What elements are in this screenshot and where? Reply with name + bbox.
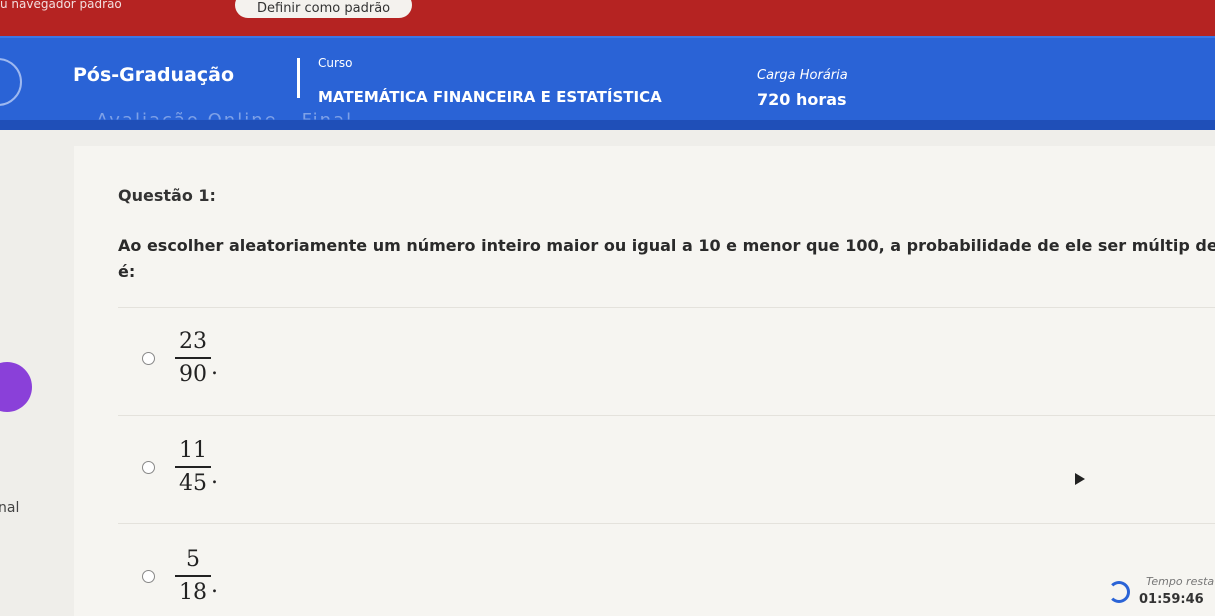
answer-option-b[interactable]: 11 45 . xyxy=(142,427,218,507)
numerator: 11 xyxy=(179,438,207,463)
timer-icon xyxy=(1108,581,1130,603)
period: . xyxy=(211,355,218,380)
curso-value: MATEMÁTICA FINANCEIRA E ESTATÍSTICA xyxy=(318,88,662,106)
program-title: Pós-Graduação xyxy=(73,64,235,86)
header-strip xyxy=(0,120,1215,130)
answer-option-c[interactable]: 5 18 . xyxy=(142,536,218,616)
purple-circle-icon[interactable] xyxy=(0,362,32,412)
fraction-bar xyxy=(175,575,211,577)
carga-label: Carga Horária xyxy=(757,68,848,83)
timer-value: 01:59:46 xyxy=(1139,592,1204,607)
set-default-button[interactable]: Definir como padrão xyxy=(235,0,413,18)
circle-icon xyxy=(0,58,22,106)
radio-button[interactable] xyxy=(142,351,155,365)
radio-button[interactable] xyxy=(142,460,155,474)
denominator: 45 xyxy=(179,471,207,496)
divider xyxy=(118,523,1215,524)
header-divider xyxy=(297,58,300,98)
play-icon[interactable] xyxy=(1075,473,1085,485)
question-text: Ao escolher aleatoriamente um número int… xyxy=(118,236,1215,281)
divider xyxy=(118,415,1215,416)
divider xyxy=(118,307,1215,308)
curso-label: Curso xyxy=(318,56,353,70)
denominator: 90 xyxy=(179,362,207,387)
numerator: 23 xyxy=(179,329,207,354)
fraction: 23 90 xyxy=(175,329,211,387)
period: . xyxy=(211,464,218,489)
carga-value: 720 horas xyxy=(757,90,847,109)
sidebar-partial-label: nal xyxy=(0,500,20,516)
period: . xyxy=(211,573,218,598)
course-header: Pós-Graduação Curso MATEMÁTICA FINANCEIR… xyxy=(0,36,1215,130)
timer-label: Tempo resta xyxy=(1146,575,1215,588)
default-browser-text: u navegador padrão xyxy=(0,0,122,11)
fraction: 11 45 xyxy=(175,438,211,496)
denominator: 18 xyxy=(179,580,207,605)
fraction-bar xyxy=(175,357,211,359)
radio-button[interactable] xyxy=(142,569,155,583)
question-card xyxy=(74,146,1215,616)
numerator: 5 xyxy=(186,547,200,572)
question-title: Questão 1: xyxy=(118,186,216,205)
fraction: 5 18 xyxy=(175,547,211,605)
answer-option-a[interactable]: 23 90 . xyxy=(142,318,218,398)
browser-bar: u navegador padrão Definir como padrão xyxy=(0,0,1215,36)
fraction-bar xyxy=(175,466,211,468)
